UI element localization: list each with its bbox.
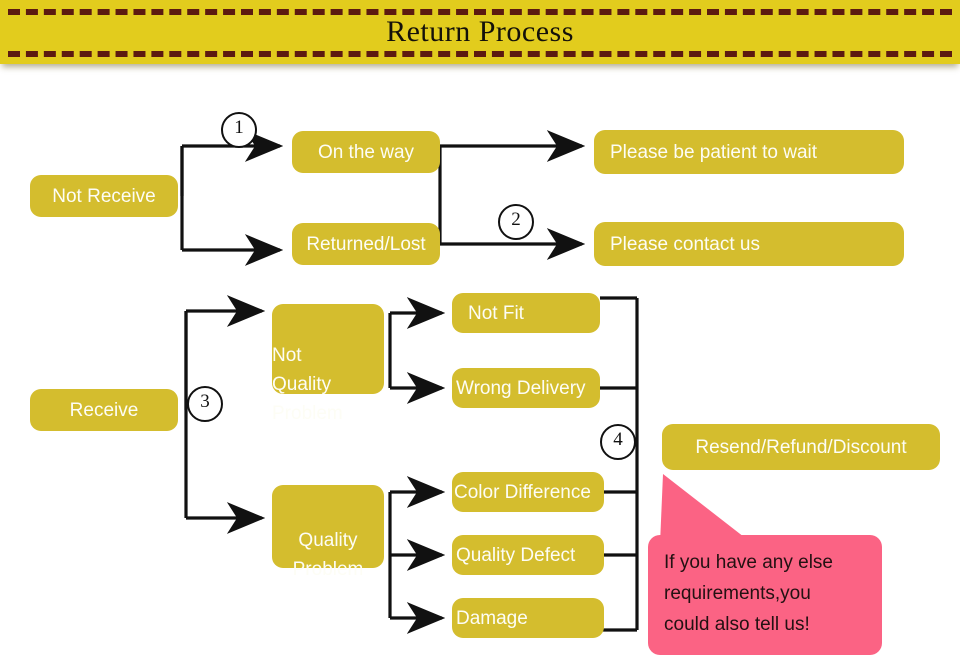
node-quality-problem-label: Quality Problem (292, 530, 364, 580)
step-marker-3-label: 3 (200, 391, 210, 412)
node-damage-label: Damage (456, 607, 528, 629)
step-marker-1: 1 (221, 112, 257, 148)
callout-text: If you have any else requirements,you co… (664, 552, 833, 635)
node-resend-refund-discount[interactable]: Resend/Refund/Discount (662, 424, 940, 470)
node-color-difference-label: Color Difference (454, 481, 591, 503)
step-marker-2-label: 2 (511, 209, 521, 230)
node-please-be-patient-to-wait[interactable]: Please be patient to wait (594, 130, 904, 174)
callout-bubble: If you have any else requirements,you co… (648, 535, 882, 655)
node-please-contact-us-label: Please contact us (610, 233, 760, 255)
node-wrong-delivery[interactable]: Wrong Delivery (452, 368, 600, 408)
step-marker-3: 3 (187, 386, 223, 422)
flowchart-canvas: Not Receive On the way Returned/Lost Ple… (0, 0, 960, 671)
node-not-quality-problem[interactable]: Not Quality Problem (272, 304, 384, 424)
node-on-the-way-label: On the way (317, 141, 415, 163)
step-marker-4: 4 (600, 424, 636, 460)
node-quality-defect[interactable]: Quality Defect (452, 535, 604, 575)
node-quality-defect-label: Quality Defect (456, 544, 576, 566)
node-returned-lost[interactable]: Returned/Lost (292, 223, 440, 265)
node-returned-lost-label: Returned/Lost (306, 233, 426, 255)
node-not-receive-label: Not Receive (52, 185, 156, 207)
step-marker-1-label: 1 (234, 117, 244, 138)
node-not-fit-label: Not Fit (468, 302, 524, 324)
node-not-receive[interactable]: Not Receive (30, 175, 178, 217)
node-resend-refund-discount-label: Resend/Refund/Discount (695, 436, 907, 458)
node-damage[interactable]: Damage (452, 598, 604, 638)
step-marker-4-label: 4 (613, 429, 623, 450)
node-receive[interactable]: Receive (30, 389, 178, 431)
node-on-the-way[interactable]: On the way (292, 131, 440, 173)
node-not-quality-problem-label: Not Quality Problem (272, 345, 343, 424)
node-quality-problem[interactable]: Quality Problem (272, 485, 384, 580)
node-not-fit[interactable]: Not Fit (452, 293, 600, 333)
step-marker-2: 2 (498, 204, 534, 240)
node-receive-label: Receive (69, 399, 139, 421)
node-please-be-patient-to-wait-label: Please be patient to wait (610, 141, 818, 163)
node-wrong-delivery-label: Wrong Delivery (456, 377, 586, 399)
node-please-contact-us[interactable]: Please contact us (594, 222, 904, 266)
node-color-difference[interactable]: Color Difference (452, 472, 604, 512)
